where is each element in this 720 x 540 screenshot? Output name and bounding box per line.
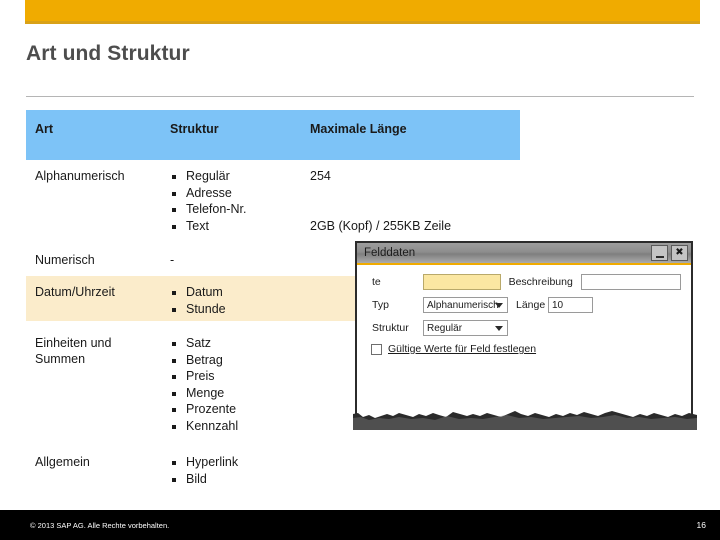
page-number: 16 [696, 520, 706, 530]
struktur-select[interactable]: Regulär [423, 320, 508, 336]
bullet-list: Regulär Adresse Telefon-Nr. Text [170, 168, 302, 234]
cell-art: Allgemein [35, 455, 90, 469]
laenge-input[interactable]: 10 [548, 297, 593, 313]
bullet-list: Satz Betrag Preis Menge Prozente Kennzah… [170, 335, 302, 434]
list-item: Bild [170, 471, 302, 488]
list-item: Menge [170, 385, 302, 402]
typ-select-value: Alphanumerisch [427, 299, 499, 311]
cell-art: Datum/Uhrzeit [35, 285, 115, 299]
laenge-value-top: 254 [310, 169, 331, 183]
list-item: Stunde [170, 301, 302, 318]
top-accent-bar-shadow [25, 21, 700, 24]
list-item: Betrag [170, 352, 302, 369]
cell-art: Numerisch [35, 253, 95, 267]
laenge-label: Länge [516, 299, 546, 311]
gueltige-werte-checkbox-row[interactable]: Gültige Werte für Feld festlegen [367, 343, 681, 355]
table-row: Alphanumerisch Regulär Adresse Telefon-N… [26, 160, 520, 238]
struktur-field-row: Struktur Regulär [367, 320, 681, 336]
cell-struktur: Datum Stunde [166, 276, 306, 321]
struktur-select-value: Regulär [427, 322, 463, 334]
typ-field-row: Typ Alphanumerisch Länge 10 [367, 297, 681, 313]
dialog-body: te Beschreibung Typ Alphanumerisch Länge… [357, 265, 691, 355]
felddaten-dialog[interactable]: Felddaten ✖ te Beschreibung Typ Alphanum… [355, 241, 693, 427]
laenge-value-bottom: 2GB (Kopf) / 255KB Zeile [310, 218, 452, 233]
cell-laenge: 254 2GB (Kopf) / 255KB Zeile [306, 160, 520, 238]
minimize-icon[interactable] [651, 245, 668, 261]
page-title: Art und Struktur [26, 42, 190, 65]
list-item: Kennzahl [170, 418, 302, 435]
slide-canvas: Art und Struktur Art Struktur Maximale L… [0, 0, 720, 540]
chevron-down-icon [493, 298, 505, 312]
slide-footer: © 2013 SAP AG. Alle Rechte vorbehalten. … [0, 510, 720, 540]
name-input[interactable] [423, 274, 501, 290]
list-item: Telefon-Nr. [170, 201, 302, 218]
list-item: Text [170, 218, 302, 235]
list-item: Hyperlink [170, 454, 302, 471]
chevron-down-icon [493, 321, 505, 335]
dialog-window-controls: ✖ [651, 245, 688, 261]
list-item: Satz [170, 335, 302, 352]
name-field-row: te Beschreibung [367, 274, 681, 290]
struktur-label: Struktur [372, 322, 409, 334]
cell-art: Einheiten und Summen [35, 336, 112, 366]
cell-struktur: Regulär Adresse Telefon-Nr. Text [166, 160, 306, 238]
cell-struktur: Satz Betrag Preis Menge Prozente Kennzah… [166, 327, 306, 438]
cell-struktur: - [170, 253, 175, 267]
name-label: te [372, 276, 381, 288]
copyright-text: © 2013 SAP AG. Alle Rechte vorbehalten. [30, 520, 170, 530]
list-item: Adresse [170, 185, 302, 202]
top-accent-bar [25, 0, 700, 21]
column-header-struktur: Struktur [170, 122, 219, 136]
typ-label: Typ [372, 299, 389, 311]
table-row: Allgemein Hyperlink Bild [26, 446, 520, 491]
dialog-titlebar[interactable]: Felddaten ✖ [357, 243, 691, 265]
title-divider [26, 96, 694, 97]
dialog-title: Felddaten [364, 247, 416, 259]
bullet-list: Hyperlink Bild [170, 454, 302, 487]
close-icon[interactable]: ✖ [671, 245, 688, 261]
typ-select[interactable]: Alphanumerisch [423, 297, 508, 313]
cell-struktur: Hyperlink Bild [166, 446, 306, 491]
beschreibung-label: Beschreibung [508, 276, 573, 288]
list-item: Prozente [170, 401, 302, 418]
bullet-list: Datum Stunde [170, 284, 302, 317]
laenge-spacer [310, 185, 516, 218]
list-item: Regulär [170, 168, 302, 185]
checkbox-icon[interactable] [371, 343, 382, 355]
column-header-art: Art [35, 122, 54, 136]
cell-laenge [306, 446, 520, 491]
list-item: Datum [170, 284, 302, 301]
table-header-row: Art Struktur Maximale Länge [26, 110, 520, 160]
beschreibung-input[interactable] [580, 274, 681, 290]
column-header-laenge: Maximale Länge [310, 122, 407, 136]
cell-art: Alphanumerisch [35, 169, 125, 183]
list-item: Preis [170, 368, 302, 385]
gueltige-werte-label: Gültige Werte für Feld festlegen [388, 343, 537, 355]
